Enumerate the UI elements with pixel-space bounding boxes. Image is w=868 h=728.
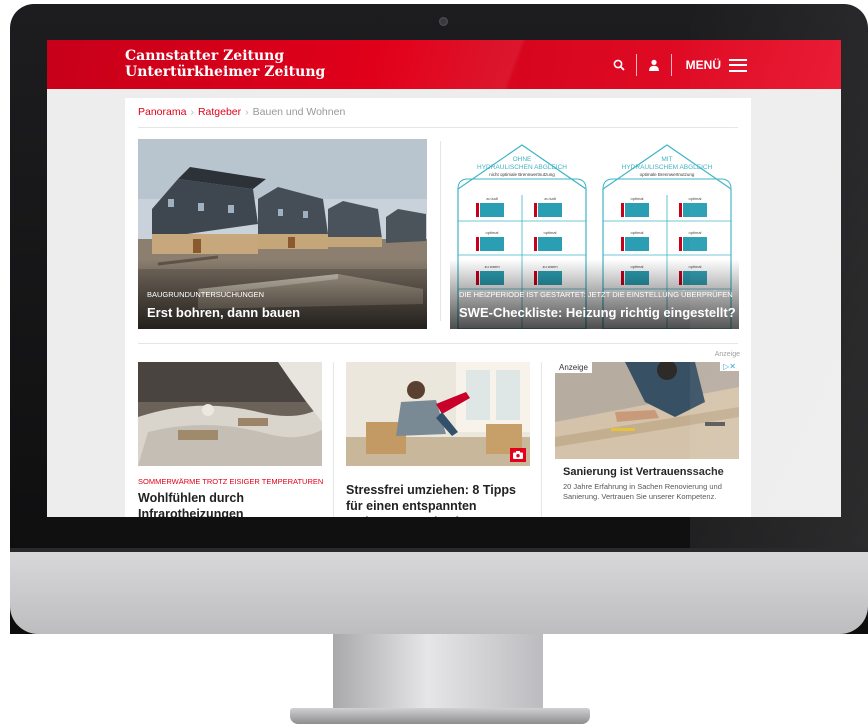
ad-text: 20 Jahre Erfahrung in Sachen Renovierung…: [563, 482, 722, 501]
diagram-cell-label: optimal: [689, 196, 702, 201]
card-image: [346, 362, 530, 466]
diagram-right-label-2: HYDRAULISCHEM ABGLEICH: [622, 164, 713, 171]
diagram-right-label-1: MIT: [661, 156, 672, 163]
logo-line-1: Cannstatter Zeitung: [125, 48, 285, 64]
hero-title: Erst bohren, dann bauen: [147, 305, 301, 320]
article-card-2[interactable]: Stressfrei umziehen: 8 Tipps für einen e…: [346, 362, 530, 517]
camera-icon: [513, 451, 523, 459]
ad-title: Sanierung ist Vertrauenssache: [563, 466, 724, 478]
site-header: Cannstatter Zeitung Untertürkheimer Zeit…: [47, 40, 841, 89]
ad-label-inner: Anzeige: [555, 362, 592, 373]
hero-article-1[interactable]: Baugrunduntersuchungen Erst bohren, dann…: [138, 139, 427, 329]
moving-couple-photo: [346, 362, 530, 466]
menu-button[interactable]: MENÜ: [686, 58, 747, 72]
flooring-photo: [555, 362, 739, 459]
column-separator: [333, 362, 334, 517]
breadcrumb: Panorama › Ratgeber › Bauen und Wohnen: [138, 106, 345, 118]
card-image: [138, 362, 322, 466]
account-button[interactable]: [641, 54, 667, 76]
hamburger-icon: [729, 58, 747, 72]
webcam-icon: [439, 17, 448, 26]
content-area: Panorama › Ratgeber › Bauen und Wohnen B…: [125, 98, 751, 517]
breadcrumb-item-current: Bauen und Wohnen: [252, 106, 346, 118]
article-card-1[interactable]: Sommerwärme trotz eisiger Temperaturen W…: [138, 362, 324, 517]
menu-label: MENÜ: [685, 58, 721, 72]
card-kicker: Sommerwärme trotz eisiger Temperaturen: [138, 477, 324, 486]
diagram-cell-label: optimal: [689, 230, 702, 235]
diagram-cell-label: zu kalt: [544, 196, 556, 201]
search-icon: [613, 59, 625, 71]
diagram-left-label-1: OHNE: [513, 156, 532, 163]
bedroom-photo: [138, 362, 322, 466]
diagram-cell-label: optimal: [486, 230, 499, 235]
diagram-left-label-2: HYDRAULISCHEN ABGLEICH: [477, 164, 567, 171]
ad-choices-icon[interactable]: ▷✕: [720, 362, 739, 371]
hero-kicker: Die Heizperiode ist gestartet: Jetzt die…: [459, 290, 733, 299]
site-logo[interactable]: Cannstatter Zeitung Untertürkheimer Zeit…: [125, 48, 325, 80]
hero-separator: [440, 141, 441, 321]
card-title: Wohlfühlen durch Infrarotheizungen: [138, 491, 245, 517]
diagram-cell-label: zu kalt: [486, 196, 498, 201]
hero-kicker: Baugrunduntersuchungen: [147, 290, 265, 299]
header-separator: [670, 54, 672, 76]
diagram-left-sub: nicht optimale Brennwertnutzung: [489, 172, 555, 177]
breadcrumb-item-panorama[interactable]: Panorama: [138, 106, 186, 118]
diagram-right-sub: optimale Brennwertnutzung: [640, 172, 695, 177]
header-separator: [635, 54, 637, 76]
diagram-cell-label: optimal: [631, 196, 644, 201]
ad-label-top: Anzeige: [714, 351, 740, 358]
browser-screen: Cannstatter Zeitung Untertürkheimer Zeit…: [47, 40, 841, 517]
breadcrumb-separator-icon: ›: [245, 106, 249, 118]
monitor-stand: [333, 634, 543, 712]
hero-article-2[interactable]: OHNE HYDRAULISCHEN ABGLEICH nicht optima…: [450, 139, 739, 329]
diagram-cell-label: optimal: [631, 230, 644, 235]
logo-line-2: Untertürkheimer Zeitung: [125, 64, 326, 80]
card-title: Stressfrei umziehen: 8 Tipps für einen e…: [346, 483, 516, 517]
header-actions: MENÜ: [606, 54, 747, 76]
search-button[interactable]: [606, 54, 632, 76]
monitor-chin: [10, 552, 868, 634]
ad-image: Anzeige ▷✕: [555, 362, 739, 459]
breadcrumb-item-ratgeber[interactable]: Ratgeber: [198, 106, 241, 118]
diagram-cell-label: optimal: [544, 230, 557, 235]
section-divider: [138, 343, 738, 344]
user-icon: [648, 59, 659, 71]
breadcrumb-divider: [138, 127, 738, 128]
gallery-badge: [510, 448, 526, 462]
breadcrumb-separator-icon: ›: [190, 106, 194, 118]
hero-title: SWE-Checkliste: Heizung richtig eingeste…: [459, 305, 736, 320]
monitor-base: [290, 708, 590, 724]
column-separator: [541, 362, 542, 517]
advertisement[interactable]: Anzeige ▷✕ Sanierung ist Vertrauenssache…: [555, 362, 739, 517]
